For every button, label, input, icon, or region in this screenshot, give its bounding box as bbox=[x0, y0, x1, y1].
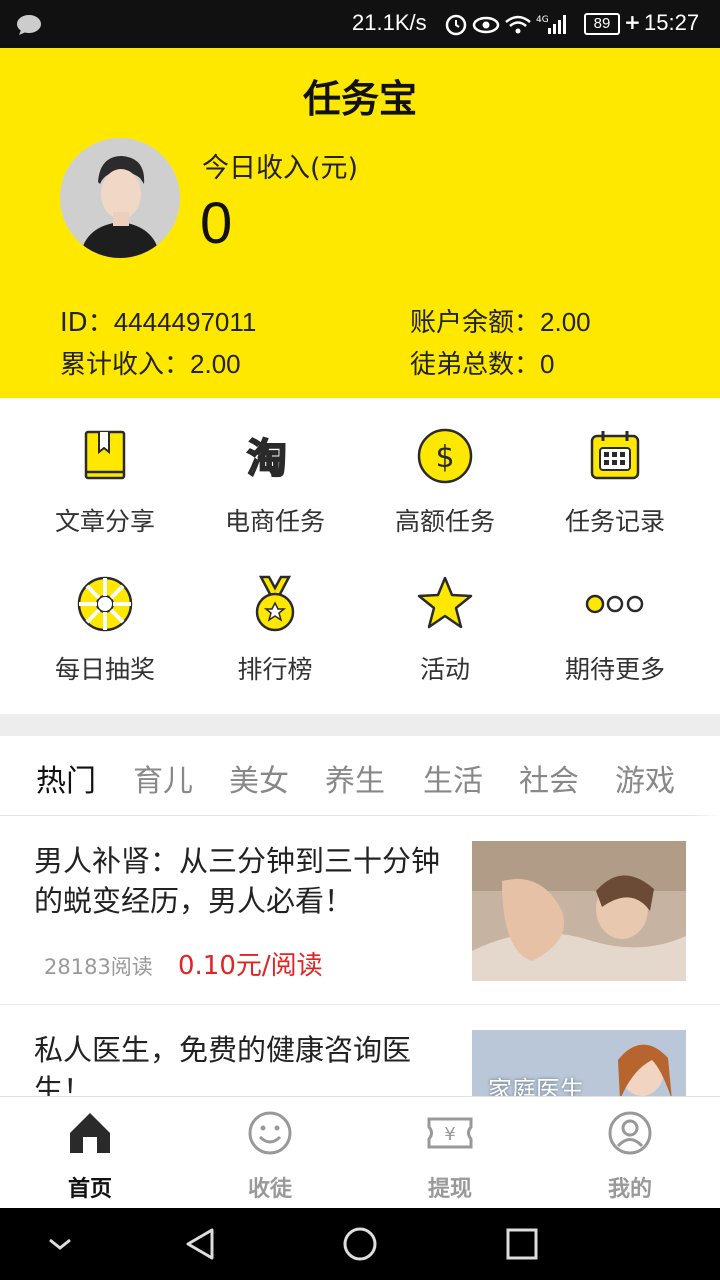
article-card[interactable]: 私人医生，免费的健康咨询医生！ 家庭医生 bbox=[0, 1006, 720, 1096]
lottery-wheel-icon bbox=[75, 574, 135, 634]
star-icon bbox=[415, 574, 475, 634]
bottom-navigation: 首页 收徒 ¥ 提现 我的 bbox=[0, 1096, 720, 1208]
nav-withdraw[interactable]: ¥ 提现 bbox=[360, 1097, 540, 1209]
nav-recruit[interactable]: 收徒 bbox=[180, 1097, 360, 1209]
article-card[interactable]: 男人补肾：从三分钟到三十分钟的蜕变经历，男人必看！ 28183阅读 0.10元/… bbox=[0, 817, 720, 1005]
status-icons: 4G bbox=[444, 12, 574, 42]
charging-icon: + bbox=[624, 10, 641, 34]
menu-activity[interactable]: 活动 bbox=[355, 546, 535, 686]
article-price: 0.10元/阅读 bbox=[178, 951, 323, 981]
home-icon bbox=[66, 1109, 114, 1157]
article-thumbnail[interactable]: 家庭医生 bbox=[472, 1030, 686, 1096]
menu-leaderboard[interactable]: 排行榜 bbox=[185, 546, 365, 686]
user-icon bbox=[606, 1109, 654, 1157]
tab-health[interactable]: 养生 bbox=[325, 756, 385, 800]
battery-indicator: 89 bbox=[584, 13, 620, 35]
home-button-icon[interactable] bbox=[342, 1226, 378, 1266]
4g-signal-icon: 4G bbox=[536, 15, 566, 34]
section-divider bbox=[0, 714, 720, 736]
calendar-icon bbox=[585, 426, 645, 486]
alarm-icon bbox=[445, 14, 467, 36]
tab-society[interactable]: 社会 bbox=[519, 756, 579, 800]
article-title[interactable]: 私人医生，免费的健康咨询医生！ bbox=[34, 1030, 454, 1096]
book-icon bbox=[75, 426, 135, 486]
menu-task-record[interactable]: 任务记录 bbox=[525, 398, 705, 538]
today-income-value: 0 bbox=[200, 191, 233, 256]
account-balance: 账户余额：2.00 bbox=[410, 307, 591, 338]
system-navigation-bar bbox=[0, 1208, 720, 1280]
svg-text:$: $ bbox=[435, 440, 454, 475]
tab-games[interactable]: 游戏 bbox=[615, 756, 675, 800]
svg-text:4G: 4G bbox=[536, 15, 549, 25]
wifi-icon bbox=[505, 15, 531, 34]
article-read-count: 28183阅读 bbox=[44, 955, 153, 979]
hide-keyboard-icon[interactable] bbox=[46, 1226, 74, 1266]
menu-daily-lottery[interactable]: 每日抽奖 bbox=[15, 546, 195, 686]
svg-text:淘: 淘 bbox=[247, 436, 287, 482]
avatar[interactable] bbox=[60, 138, 180, 258]
smiley-icon bbox=[246, 1109, 294, 1157]
apprentice-count: 徒弟总数：0 bbox=[410, 349, 555, 380]
ticket-yen-icon: ¥ bbox=[426, 1109, 474, 1157]
eye-icon bbox=[472, 16, 500, 34]
nav-home[interactable]: 首页 bbox=[0, 1097, 180, 1209]
category-tabs: 热门 育儿 美女 养生 生活 社会 游戏 bbox=[0, 736, 720, 816]
back-icon[interactable] bbox=[182, 1226, 218, 1266]
taobao-icon: 淘 bbox=[245, 426, 305, 486]
thumbnail-caption: 家庭医生 bbox=[488, 1076, 584, 1096]
total-income: 累计收入：2.00 bbox=[60, 349, 241, 380]
medal-icon bbox=[245, 574, 305, 634]
user-id: ID：4444497011 bbox=[60, 307, 257, 338]
tab-life[interactable]: 生活 bbox=[423, 756, 483, 800]
clock: 15:27 bbox=[644, 10, 700, 35]
menu-high-reward-task[interactable]: $ 高额任务 bbox=[355, 398, 535, 538]
tab-beauty[interactable]: 美女 bbox=[229, 756, 289, 800]
message-icon bbox=[16, 14, 42, 40]
menu-ecommerce-task[interactable]: 淘 电商任务 bbox=[185, 398, 365, 538]
recent-apps-icon[interactable] bbox=[504, 1226, 540, 1266]
tabs-fade bbox=[692, 736, 720, 816]
status-bar: 21.1K/s 4G 89 + 15:27 bbox=[0, 0, 720, 48]
menu-more[interactable]: 期待更多 bbox=[525, 546, 705, 686]
more-dots-icon bbox=[585, 574, 645, 634]
article-thumbnail[interactable] bbox=[472, 841, 686, 981]
tab-hot[interactable]: 热门 bbox=[36, 756, 96, 800]
menu-article-share[interactable]: 文章分享 bbox=[15, 398, 195, 538]
tab-parenting[interactable]: 育儿 bbox=[133, 756, 193, 800]
svg-text:¥: ¥ bbox=[444, 1124, 455, 1145]
today-income-label: 今日收入(元) bbox=[202, 153, 359, 184]
article-title[interactable]: 男人补肾：从三分钟到三十分钟的蜕变经历，男人必看！ bbox=[34, 841, 454, 921]
nav-profile[interactable]: 我的 bbox=[540, 1097, 720, 1209]
network-speed: 21.1K/s bbox=[352, 10, 427, 35]
dollar-icon: $ bbox=[415, 426, 475, 486]
feature-menu: 文章分享 淘 电商任务 $ 高额任务 任务记录 每日抽奖 排行榜 活动 期待更多 bbox=[0, 398, 720, 714]
app-title: 任务宝 bbox=[302, 77, 417, 121]
profile-header: 任务宝 今日收入(元) 0 ID：4444497011 账户余额：2.00 累计… bbox=[0, 48, 720, 398]
